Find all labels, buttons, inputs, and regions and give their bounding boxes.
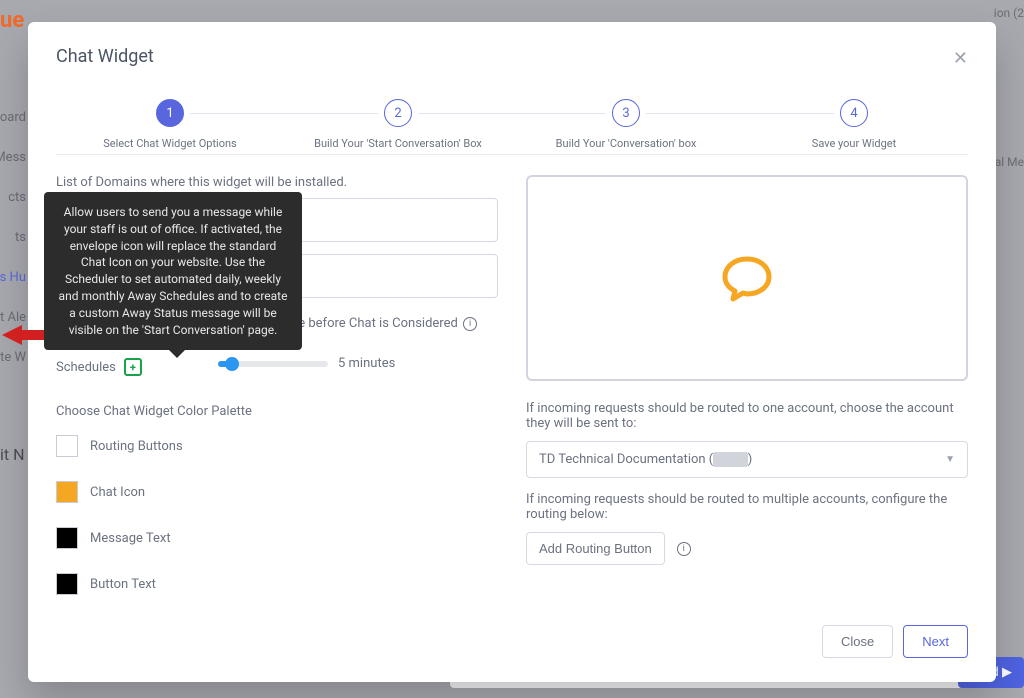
- step-circle: 2: [384, 99, 412, 127]
- add-routing-button[interactable]: Add Routing Button: [526, 532, 665, 565]
- domains-label: List of Domains where this widget will b…: [56, 175, 498, 190]
- step-3[interactable]: 3 Build Your 'Conversation' box: [512, 99, 740, 150]
- bg-sidebar-item: cts: [0, 190, 28, 230]
- redacted: x: [713, 452, 747, 467]
- step-4[interactable]: 4 Save your Widget: [740, 99, 968, 150]
- palette-message-text[interactable]: Message Text: [56, 527, 277, 549]
- widget-preview: [526, 175, 968, 381]
- next-button[interactable]: Next: [903, 625, 968, 658]
- wizard-stepper: 1 Select Chat Widget Options 2 Build You…: [56, 99, 968, 155]
- step-label: Select Chat Widget Options: [103, 137, 237, 150]
- palette-button-text[interactable]: Button Text: [56, 573, 277, 595]
- chat-icon: [720, 253, 774, 303]
- palette-title: Choose Chat Widget Color Palette: [56, 404, 498, 419]
- color-swatch[interactable]: [56, 527, 78, 549]
- palette-label: Button Text: [90, 577, 156, 592]
- bg-top-right: ion (2: [994, 6, 1024, 20]
- step-circle: 3: [612, 99, 640, 127]
- palette-label: Chat Icon: [90, 485, 145, 500]
- away-status-tooltip: Allow users to send you a message while …: [44, 192, 302, 350]
- calendar-add-icon[interactable]: [124, 358, 142, 376]
- bg-sidebar-item: ts: [0, 230, 28, 270]
- step-label: Build Your 'Start Conversation' Box: [314, 137, 482, 150]
- color-swatch[interactable]: [56, 435, 78, 457]
- info-icon[interactable]: i: [677, 542, 691, 556]
- step-circle: 1: [156, 99, 184, 127]
- route-single-text: If incoming requests should be routed to…: [526, 401, 968, 431]
- bg-sidebar-item: ite W: [0, 350, 28, 390]
- step-label: Build Your 'Conversation' box: [556, 137, 697, 150]
- palette-routing-buttons[interactable]: Routing Buttons: [56, 435, 277, 457]
- annotation-arrow: [2, 323, 46, 347]
- route-multi-text: If incoming requests should be routed to…: [526, 492, 968, 522]
- route-account-select[interactable]: TD Technical Documentation (x) ▼: [526, 441, 968, 478]
- bg-sidebar-item: ns Hu: [0, 270, 28, 310]
- close-button[interactable]: Close: [822, 625, 893, 658]
- color-swatch[interactable]: [56, 481, 78, 503]
- close-icon[interactable]: ✕: [953, 50, 968, 68]
- slider-value: 5 minutes: [338, 356, 395, 371]
- bg-left-label: it N: [0, 445, 25, 464]
- bg-logo-fragment: ue: [0, 8, 24, 33]
- step-circle: 4: [840, 99, 868, 127]
- step-label: Save your Widget: [812, 137, 896, 150]
- bg-right-frag: al Me: [995, 155, 1024, 169]
- info-icon[interactable]: i: [463, 317, 477, 331]
- palette-chat-icon[interactable]: Chat Icon: [56, 481, 277, 503]
- schedules-label: Schedules: [56, 360, 116, 375]
- step-1[interactable]: 1 Select Chat Widget Options: [56, 99, 284, 150]
- abandon-slider[interactable]: 5 minutes: [218, 356, 498, 371]
- bg-sidebar-item: oard: [0, 110, 28, 150]
- bg-sidebar: oard Mess cts ts ns Hu t Ale ite W: [0, 110, 28, 390]
- modal-footer: Close Next: [56, 607, 968, 658]
- chevron-down-icon: ▼: [945, 454, 955, 465]
- step-2[interactable]: 2 Build Your 'Start Conversation' Box: [284, 99, 512, 150]
- color-swatch[interactable]: [56, 573, 78, 595]
- palette-label: Routing Buttons: [90, 439, 183, 454]
- palette-label: Message Text: [90, 531, 171, 546]
- modal-title: Chat Widget: [56, 46, 968, 67]
- bg-sidebar-item: Mess: [0, 150, 28, 190]
